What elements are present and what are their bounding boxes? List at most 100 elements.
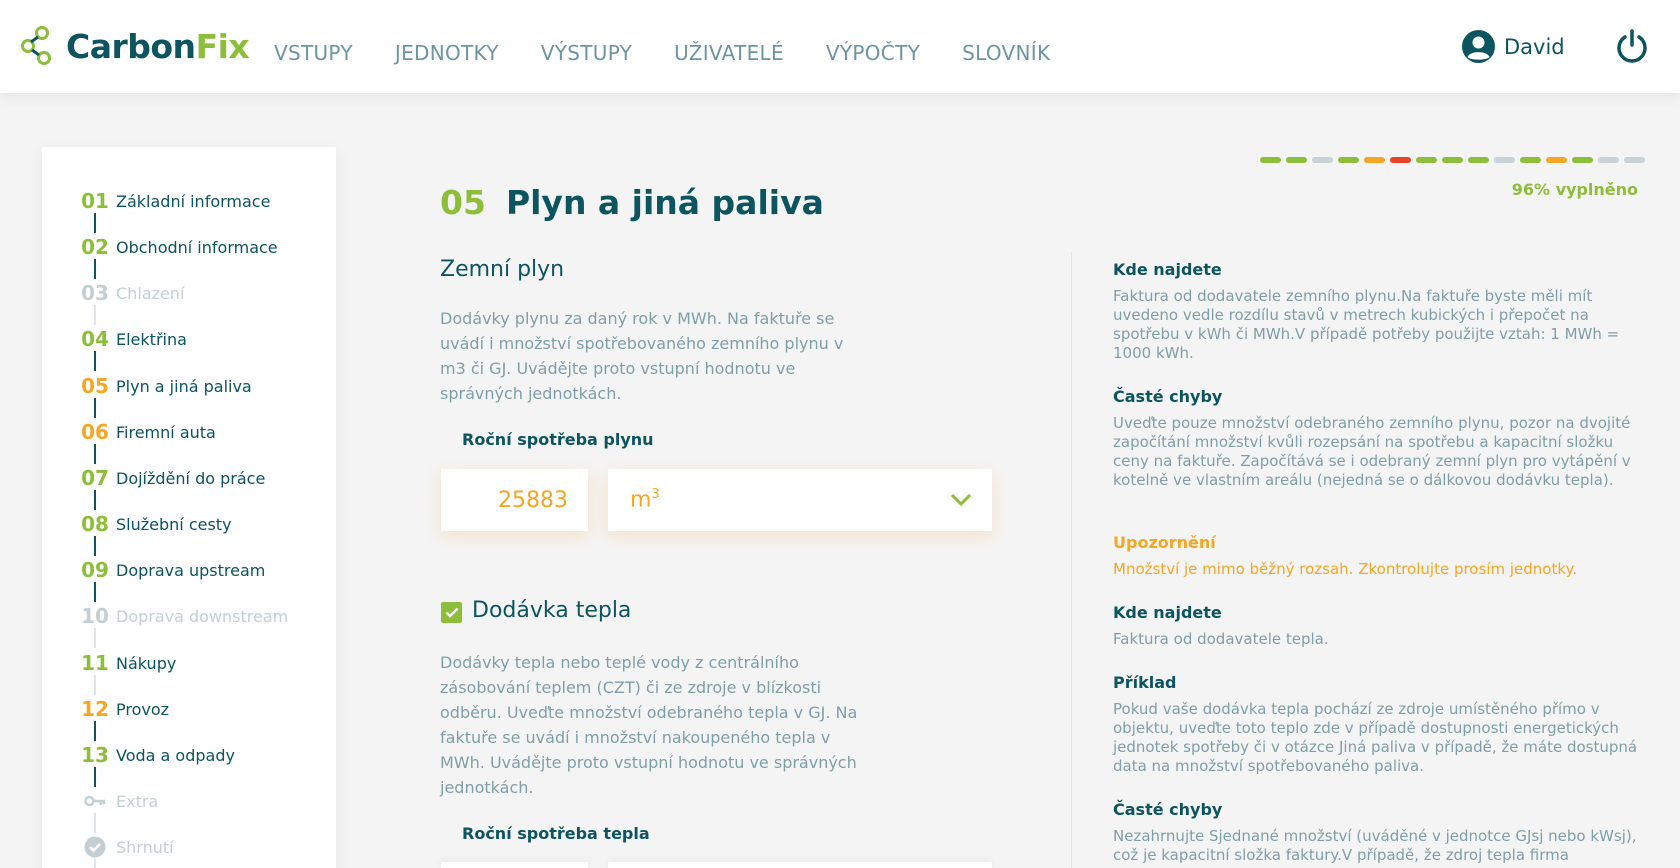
help-where-heat: Kde najdete Faktura od dodavatele tepla. bbox=[1113, 603, 1329, 648]
nav-vystupy[interactable]: VÝSTUPY bbox=[541, 41, 632, 65]
gas-description: Dodávky plynu za daný rok v MWh. Na fakt… bbox=[440, 309, 844, 403]
step-connector bbox=[94, 213, 96, 233]
user-menu[interactable]: David bbox=[1462, 30, 1565, 63]
gas-section-title: Zemní plyn bbox=[440, 257, 565, 282]
heat-description: Dodávky tepla nebo teplé vody z centráln… bbox=[440, 653, 858, 797]
step-13[interactable]: 13 Voda a odpady bbox=[80, 743, 330, 767]
progress-segment bbox=[1312, 157, 1333, 163]
gas-unit-select[interactable]: m3 bbox=[608, 469, 992, 531]
user-circle-icon bbox=[1462, 30, 1495, 63]
step-number: 08 bbox=[81, 512, 109, 536]
step-label: Extra bbox=[116, 791, 159, 811]
heat-field-label: Roční spotřeba tepla bbox=[462, 824, 650, 843]
step-label: Elektřina bbox=[116, 329, 187, 349]
step-connector bbox=[94, 767, 96, 787]
logo-mark-icon bbox=[21, 26, 51, 65]
user-name: David bbox=[1504, 34, 1565, 59]
logo[interactable]: CarbonFix bbox=[20, 24, 250, 68]
step-04[interactable]: 04 Elektřina bbox=[80, 327, 330, 351]
step-number: 05 bbox=[81, 374, 109, 398]
step-label: Plyn a jiná paliva bbox=[116, 376, 252, 396]
gas-consumption-input[interactable]: 25883 bbox=[441, 469, 588, 531]
checkmark-icon bbox=[445, 607, 458, 618]
step-connector bbox=[94, 675, 96, 695]
step-connector bbox=[94, 398, 96, 418]
step-connector bbox=[94, 813, 96, 833]
step-connector bbox=[94, 444, 96, 464]
step-number: 11 bbox=[81, 651, 109, 675]
steps-sidebar: 01 Základní informace 02 Obchodní informac… bbox=[42, 147, 336, 868]
heat-supply-checkbox[interactable] bbox=[441, 602, 462, 623]
step-connector bbox=[94, 582, 96, 602]
step-number: 02 bbox=[81, 235, 109, 259]
step-connector bbox=[94, 721, 96, 741]
step-10[interactable]: 10 Doprava downstream bbox=[80, 604, 330, 628]
step-connector bbox=[94, 536, 96, 556]
step-09[interactable]: 09 Doprava upstream bbox=[80, 558, 330, 582]
step-label: Provoz bbox=[116, 699, 170, 719]
step-number: 07 bbox=[81, 466, 109, 490]
nav-vypocty[interactable]: VÝPOČTY bbox=[826, 41, 920, 65]
step-label: Shrnutí bbox=[116, 837, 174, 857]
step-connector bbox=[94, 628, 96, 648]
progress-segment bbox=[1286, 157, 1307, 163]
heat-unit-select[interactable] bbox=[608, 862, 992, 868]
progress-segment bbox=[1260, 157, 1281, 163]
nav-vstupy[interactable]: VSTUPY bbox=[274, 41, 353, 65]
step-label: Firemní auta bbox=[116, 422, 216, 442]
step-11[interactable]: 11 Nákupy bbox=[80, 651, 330, 675]
step-number: 12 bbox=[81, 697, 109, 721]
help-warning: Upozornění Množství je mimo běžný rozsah… bbox=[1113, 533, 1577, 578]
step-extra[interactable]: Extra bbox=[80, 789, 330, 813]
step-connector bbox=[94, 259, 96, 279]
step-08[interactable]: 08 Služební cesty bbox=[80, 512, 330, 536]
step-05[interactable]: 05 Plyn a jiná paliva bbox=[80, 374, 330, 398]
progress-segment bbox=[1520, 157, 1541, 163]
step-label: Služební cesty bbox=[116, 514, 232, 534]
section-number: 05 bbox=[440, 183, 486, 222]
gas-field-label: Roční spotřeba plynu bbox=[462, 430, 654, 449]
progress-segment bbox=[1442, 157, 1463, 163]
step-connector bbox=[94, 859, 96, 868]
step-label: Voda a odpady bbox=[116, 745, 235, 765]
step-06[interactable]: 06 Firemní auta bbox=[80, 420, 330, 444]
help-errors-heat: Časté chyby Nezahrnujte Sjednané množstv… bbox=[1113, 800, 1637, 864]
progress-segment bbox=[1624, 157, 1645, 163]
step-number: 13 bbox=[81, 743, 109, 767]
step-02[interactable]: 02 Obchodní informace bbox=[80, 235, 330, 259]
step-number: 04 bbox=[81, 327, 109, 351]
step-connector bbox=[94, 490, 96, 510]
step-connector bbox=[94, 305, 96, 325]
step-label: Chlazení bbox=[116, 283, 185, 303]
step-summary[interactable]: Shrnutí bbox=[80, 835, 330, 859]
logo-text: CarbonFix bbox=[66, 26, 250, 66]
progress-segment bbox=[1416, 157, 1437, 163]
step-label: Základní informace bbox=[116, 191, 271, 211]
step-01[interactable]: 01 Základní informace bbox=[80, 189, 330, 213]
progress-segment bbox=[1338, 157, 1359, 163]
progress-segment bbox=[1598, 157, 1619, 163]
nav-uzivatele[interactable]: UŽIVATELÉ bbox=[674, 41, 784, 65]
nav-slovnik[interactable]: SLOVNÍK bbox=[962, 41, 1050, 65]
main-nav: VSTUPY JEDNOTKY VÝSTUPY UŽIVATELÉ VÝPOČT… bbox=[274, 41, 1092, 65]
heat-consumption-input[interactable] bbox=[441, 862, 588, 868]
help-errors-gas: Časté chyby Uveďte pouze množství odebra… bbox=[1113, 387, 1631, 489]
chevron-down-icon bbox=[950, 493, 972, 507]
progress-segment bbox=[1572, 157, 1593, 163]
progress-segment bbox=[1546, 157, 1567, 163]
step-number: 06 bbox=[81, 420, 109, 444]
step-03[interactable]: 03 Chlazení bbox=[80, 281, 330, 305]
nav-jednotky[interactable]: JEDNOTKY bbox=[395, 41, 499, 65]
step-number: 09 bbox=[81, 558, 109, 582]
step-number: 03 bbox=[81, 281, 109, 305]
step-connector bbox=[94, 351, 96, 371]
selected-unit: m3 bbox=[630, 487, 660, 513]
step-12[interactable]: 12 Provoz bbox=[80, 697, 330, 721]
help-where-gas: Kde najdete Faktura od dodavatele zemníh… bbox=[1113, 260, 1620, 362]
step-07[interactable]: 07 Dojíždění do práce bbox=[80, 466, 330, 490]
progress-label: 96% vyplněno bbox=[1511, 180, 1638, 199]
progress-segment bbox=[1364, 157, 1385, 163]
heat-supply-label[interactable]: Dodávka tepla bbox=[472, 598, 631, 623]
power-icon[interactable] bbox=[1613, 28, 1651, 66]
progress-segment bbox=[1390, 157, 1411, 163]
